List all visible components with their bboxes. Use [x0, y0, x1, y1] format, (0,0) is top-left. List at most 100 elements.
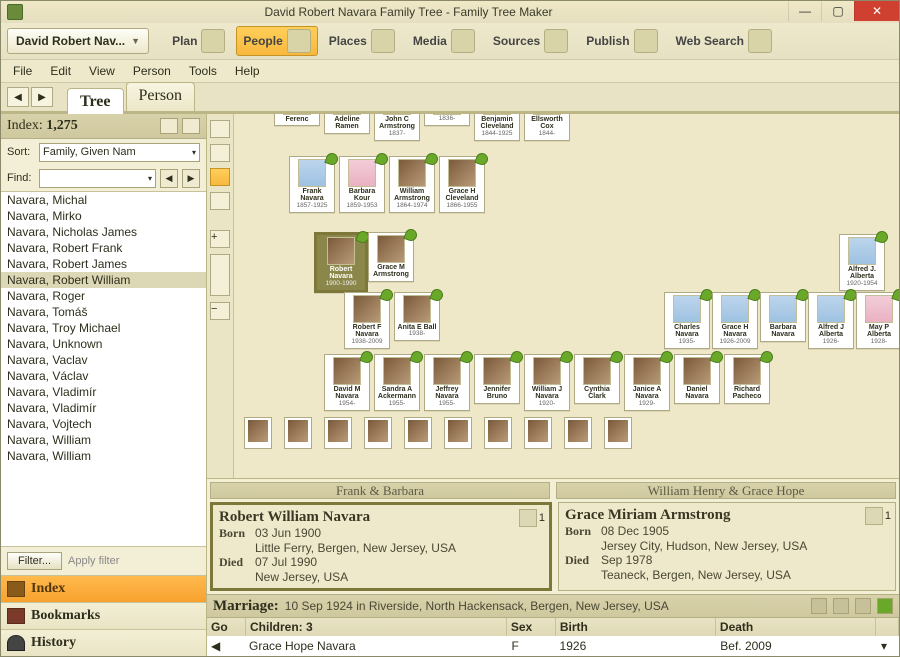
accordion-index[interactable]: Index: [1, 575, 206, 602]
person-card[interactable]: Ellsworth Cox1844-: [524, 114, 570, 141]
places-button[interactable]: Places: [322, 26, 402, 56]
marriage-icon4[interactable]: [877, 598, 893, 614]
zoom-out-button[interactable]: −: [210, 302, 230, 320]
find-next-button[interactable]: ▶: [182, 169, 200, 188]
marriage-icon3[interactable]: [855, 598, 871, 614]
tab-person[interactable]: Person: [126, 82, 196, 111]
list-item[interactable]: Navara, William: [1, 432, 206, 448]
columns-icon[interactable]: [182, 118, 200, 134]
person-card[interactable]: Grace M Armstrong: [368, 232, 414, 282]
menu-person[interactable]: Person: [125, 62, 179, 80]
person-card[interactable]: Richard Pacheco: [724, 354, 770, 404]
sort-select[interactable]: Family, Given Nam▾: [39, 143, 200, 162]
person-card-small[interactable]: [564, 417, 592, 449]
person-card[interactable]: Daniel Navara: [674, 354, 720, 404]
list-item[interactable]: Navara, Vladimír: [1, 384, 206, 400]
find-input[interactable]: ▾: [39, 169, 156, 188]
back-button[interactable]: ◀: [7, 87, 29, 107]
marriage-icon2[interactable]: [833, 598, 849, 614]
mother-parents[interactable]: William Henry & Grace Hope: [556, 482, 896, 499]
person-box[interactable]: 1 Robert William Navara Born03 Jun 1900 …: [210, 502, 552, 591]
child-row[interactable]: ◀Grace Hope NavaraF1926Bef. 2009▾: [207, 636, 899, 656]
person-card[interactable]: Alfred J Alberta1926-: [808, 292, 854, 349]
grid-icon[interactable]: [160, 118, 178, 134]
close-button[interactable]: ✕: [854, 1, 899, 21]
list-item[interactable]: Navara, Robert William: [1, 272, 206, 288]
accordion-bookmarks[interactable]: Bookmarks: [1, 602, 206, 629]
person-card[interactable]: Anita E Ball1938-: [394, 292, 440, 341]
person-card[interactable]: Jennifer Bruno: [474, 354, 520, 404]
menu-edit[interactable]: Edit: [42, 62, 79, 80]
list-item[interactable]: Navara, Unknown: [1, 336, 206, 352]
person-card[interactable]: 1836-: [424, 114, 470, 126]
person-card-small[interactable]: [244, 417, 272, 449]
media-button[interactable]: Media: [406, 26, 482, 56]
person-card[interactable]: David M Navara1954-: [324, 354, 370, 411]
layout1-button[interactable]: [210, 120, 230, 138]
person-card[interactable]: William Armstrong1864-1974: [389, 156, 435, 213]
person-card-small[interactable]: [404, 417, 432, 449]
person-card[interactable]: Charles Navara1935-: [664, 292, 710, 349]
person-card[interactable]: Frank Navara1857-1925: [289, 156, 335, 213]
person-card[interactable]: Adeline Ramen: [324, 114, 370, 134]
list-item[interactable]: Navara, Nicholas James: [1, 224, 206, 240]
menu-view[interactable]: View: [81, 62, 123, 80]
publish-button[interactable]: Publish: [579, 26, 664, 56]
person-card-small[interactable]: [324, 417, 352, 449]
person-card-small[interactable]: [524, 417, 552, 449]
person-card[interactable]: Alfred J. Alberta1920-1954: [839, 234, 885, 291]
marriage-icon1[interactable]: [811, 598, 827, 614]
person-card[interactable]: Grace H Navara1926-2009: [712, 292, 758, 349]
list-item[interactable]: Navara, Vojtech: [1, 416, 206, 432]
person-card[interactable]: Sandra A Ackermann1955-: [374, 354, 420, 411]
list-item[interactable]: Navara, Tomáš: [1, 304, 206, 320]
forward-button[interactable]: ▶: [31, 87, 53, 107]
menu-file[interactable]: File: [5, 62, 40, 80]
list-item[interactable]: Navara, Troy Michael: [1, 320, 206, 336]
zoom-in-button[interactable]: +: [210, 230, 230, 248]
filter-button[interactable]: Filter...: [7, 552, 62, 570]
list-item[interactable]: Navara, Vaclav: [1, 352, 206, 368]
person-card[interactable]: Benjamin Cleveland1844-1925: [474, 114, 520, 141]
list-item[interactable]: Navara, Roger: [1, 288, 206, 304]
list-item[interactable]: Navara, Robert Frank: [1, 240, 206, 256]
menu-help[interactable]: Help: [227, 62, 268, 80]
person-card-small[interactable]: [604, 417, 632, 449]
father-parents[interactable]: Frank & Barbara: [210, 482, 550, 499]
person-card[interactable]: Robert Navara1900-1990: [314, 232, 368, 293]
accordion-history[interactable]: History: [1, 629, 206, 656]
zoom-slider[interactable]: [210, 254, 230, 296]
list-item[interactable]: Navara, William: [1, 448, 206, 464]
layout4-button[interactable]: [210, 192, 230, 210]
spouse-box[interactable]: 1 Grace Miriam Armstrong Born08 Dec 1905…: [558, 502, 896, 591]
person-card[interactable]: Robert F Navara1938-2009: [344, 292, 390, 349]
person-card[interactable]: Jeffrey Navara1955-: [424, 354, 470, 411]
list-item[interactable]: Navara, Václav: [1, 368, 206, 384]
list-item[interactable]: Navara, Vladimír: [1, 400, 206, 416]
person-card[interactable]: May P Alberta1928-: [856, 292, 899, 349]
person-card[interactable]: William J Navara1920-: [524, 354, 570, 411]
person-card-small[interactable]: [284, 417, 312, 449]
person-card[interactable]: Barbara Kour1859-1953: [339, 156, 385, 213]
menu-tools[interactable]: Tools: [181, 62, 225, 80]
tab-tree[interactable]: Tree: [67, 88, 124, 114]
name-list[interactable]: Navara, MichalNavara, MirkoNavara, Nicho…: [1, 191, 206, 547]
sources-button[interactable]: Sources: [486, 26, 575, 56]
person-card[interactable]: Grace H Cleveland1866-1955: [439, 156, 485, 213]
websearch-button[interactable]: Web Search: [669, 26, 779, 56]
plan-button[interactable]: Plan: [165, 26, 232, 56]
find-prev-button[interactable]: ◀: [160, 169, 178, 188]
list-item[interactable]: Navara, Robert James: [1, 256, 206, 272]
maximize-button[interactable]: ▢: [821, 1, 854, 21]
person-card[interactable]: John C Armstrong1837-: [374, 114, 420, 141]
list-item[interactable]: Navara, Mirko: [1, 208, 206, 224]
layout3-button[interactable]: [210, 168, 230, 186]
root-person-selector[interactable]: David Robert Nav... ▼: [7, 28, 149, 54]
list-item[interactable]: Navara, Michal: [1, 192, 206, 208]
tree-canvas[interactable]: FerencAdeline RamenJohn C Armstrong1837-…: [234, 114, 899, 478]
person-card-small[interactable]: [444, 417, 472, 449]
person-card[interactable]: Cynthia Clark: [574, 354, 620, 404]
person-card[interactable]: Barbara Navara: [760, 292, 806, 342]
person-card[interactable]: Janice A Navara1929-: [624, 354, 670, 411]
person-card-small[interactable]: [484, 417, 512, 449]
